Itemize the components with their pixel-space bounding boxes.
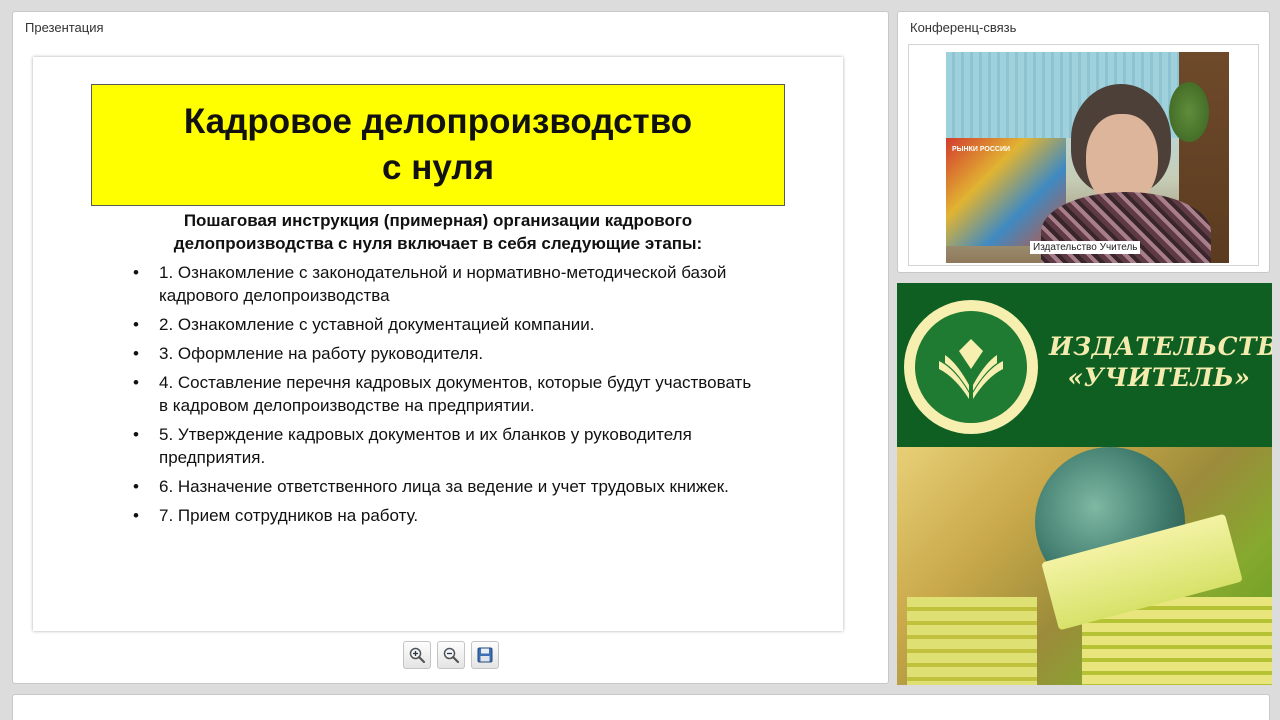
publisher-name: ИЗДАТЕЛЬСТВО «УЧИТЕЛЬ» [1049,332,1272,392]
slide-steps-list: • 1. Ознакомление с законодательной и нор… [133,261,753,533]
slide-title-box: Кадровое делопроизводство с нуля [91,84,785,206]
bullet-icon: • [133,477,139,496]
slide-toolbar [403,641,499,669]
video-container: РЫНКИ РОССИИ Издательство Учитель [908,44,1259,266]
zoom-out-button[interactable] [437,641,465,669]
list-item-text: 1. Ознакомление с законодательной и норм… [159,263,727,305]
publisher-photo [897,447,1272,685]
list-item-text: 4. Составление перечня кадровых документ… [159,373,752,415]
bottom-panel [12,694,1270,720]
books-stack-left [907,597,1037,685]
list-item: • 7. Прием сотрудников на работу. [133,504,753,527]
open-book-logo-icon [939,339,1003,399]
bullet-icon: • [133,263,139,282]
zoom-out-icon [443,647,460,664]
list-item: • 3. Оформление на работу руководителя. [133,342,753,365]
slide-title: Кадровое делопроизводство с нуля [183,102,693,187]
zoom-in-button[interactable] [403,641,431,669]
presentation-panel: Презентация Кадровое делопроизводство с … [12,11,889,684]
list-item-text: 3. Оформление на работу руководителя. [159,344,484,363]
list-item: • 1. Ознакомление с законодательной и нор… [133,261,753,307]
list-item-text: 7. Прием сотрудников на работу. [159,506,419,525]
slide-intro: Пошаговая инструкция (примерная) организ… [173,211,703,253]
bullet-icon: • [133,344,139,363]
list-item: • 6. Назначение ответственного лица за ве… [133,475,753,498]
publisher-banner: ИЗДАТЕЛЬСТВО «УЧИТЕЛЬ» [897,283,1272,447]
list-item: • 5. Утверждение кадровых документов и их… [133,423,753,469]
bullet-icon: • [133,425,139,444]
bullet-icon: • [133,373,139,392]
save-button[interactable] [471,641,499,669]
video-caption: Издательство Учитель [1030,241,1141,254]
logo-inner-circle [912,308,1030,426]
video-background-plant [1169,82,1209,142]
list-item-text: 5. Утверждение кадровых документов и их … [159,425,692,467]
webcam-video[interactable]: РЫНКИ РОССИИ Издательство Учитель [946,52,1229,263]
list-item-text: 6. Назначение ответственного лица за вед… [159,477,729,496]
publisher-ad: ИЗДАТЕЛЬСТВО «УЧИТЕЛЬ» [897,283,1272,685]
bullet-icon: • [133,506,139,525]
publisher-logo [904,300,1038,434]
floppy-disk-icon [477,647,493,663]
list-item: • 4. Составление перечня кадровых докумен… [133,371,753,417]
conference-panel: Конференц-связь РЫНКИ РОССИИ Издательств… [897,11,1270,273]
poster-text: РЫНКИ РОССИИ [952,146,1011,153]
zoom-in-icon [409,647,426,664]
bullet-icon: • [133,315,139,334]
presentation-slide: Кадровое делопроизводство с нуля Пошагов… [33,57,843,631]
conference-panel-title: Конференц-связь [910,20,1017,35]
list-item: • 2. Ознакомление с уставной документацие… [133,313,753,336]
list-item-text: 2. Ознакомление с уставной документацией… [159,315,595,334]
presentation-panel-title: Презентация [25,20,104,35]
